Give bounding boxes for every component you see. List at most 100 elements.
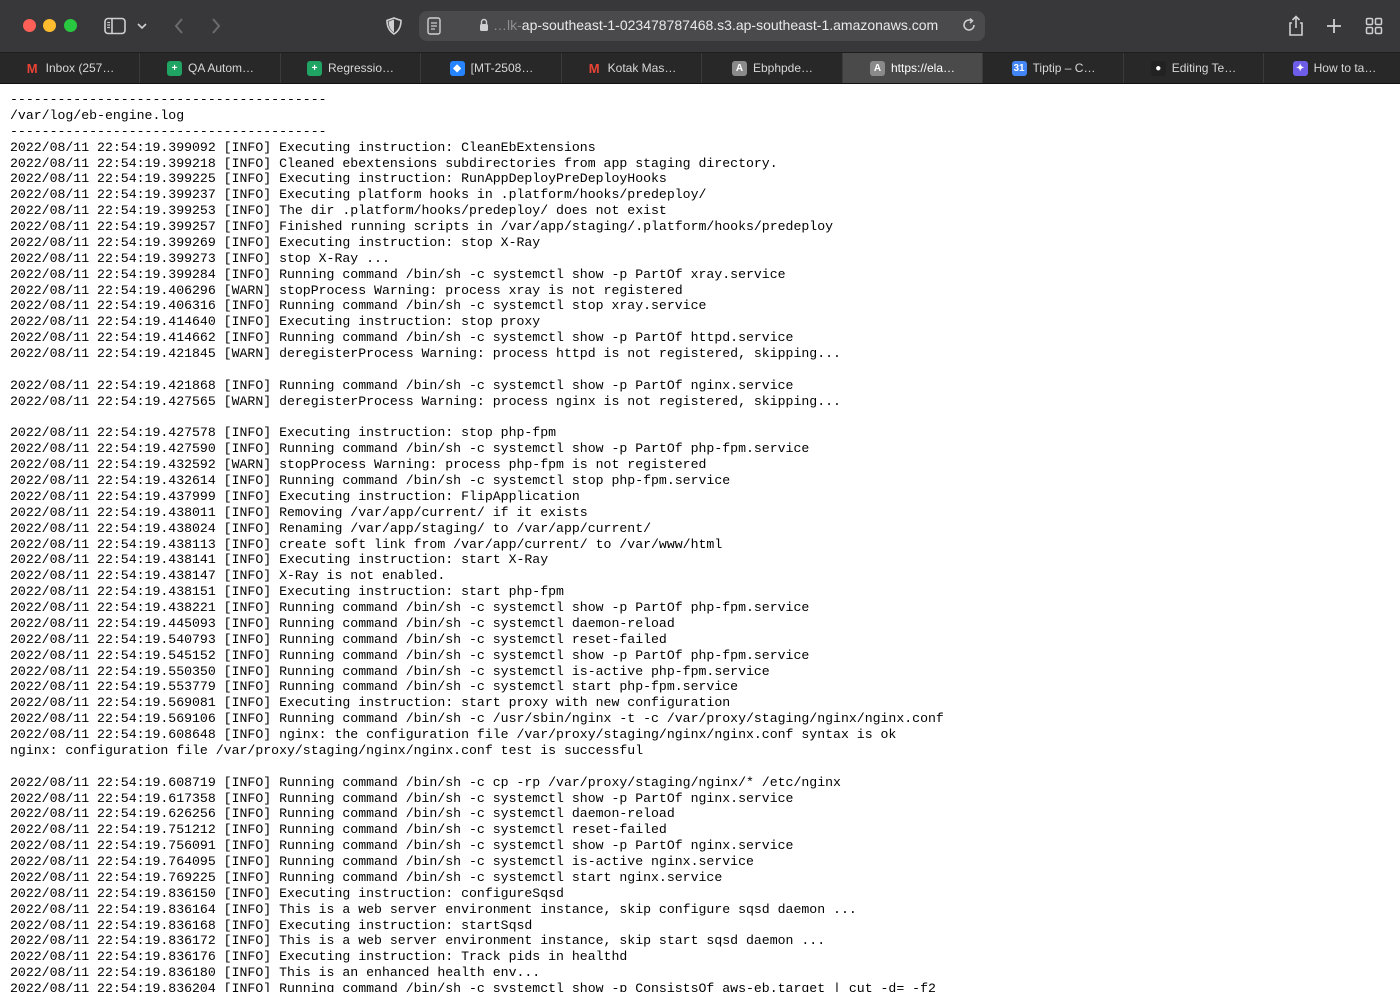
log-line: 2022/08/11 22:54:19.414640 [INFO] Execut… (10, 314, 541, 330)
log-line: 2022/08/11 22:54:19.553779 [INFO] Runnin… (10, 679, 739, 695)
log-line: 2022/08/11 22:54:19.836204 [INFO] Runnin… (10, 981, 936, 992)
letter-a-icon: A (731, 60, 747, 76)
lock-icon (479, 18, 489, 37)
log-output: ----------------------------------------… (10, 92, 944, 992)
log-line: 2022/08/11 22:54:19.608648 [INFO] nginx:… (10, 727, 897, 742)
log-line: 2022/08/11 22:54:19.836150 [INFO] Execut… (10, 885, 564, 901)
log-line: /var/log/eb-engine.log (10, 107, 185, 123)
log-line: nginx: configuration file /var/proxy/sta… (10, 742, 644, 758)
log-line: 2022/08/11 22:54:19.626256 [INFO] Runnin… (10, 806, 675, 822)
log-line: 2022/08/11 22:54:19.836172 [INFO] This i… (10, 933, 826, 949)
page-icon[interactable] (427, 17, 441, 40)
tab-label: Tiptip – C… (1032, 61, 1096, 75)
log-line: 2022/08/11 22:54:19.427565 [WARN] deregi… (10, 393, 841, 409)
log-line: 2022/08/11 22:54:19.414662 [INFO] Runnin… (10, 330, 794, 346)
jira-icon: ◆ (449, 60, 465, 76)
log-line: 2022/08/11 22:54:19.608719 [INFO] Runnin… (10, 774, 841, 790)
log-line: 2022/08/11 22:54:19.399253 [INFO] The di… (10, 203, 667, 219)
log-line: 2022/08/11 22:54:19.437999 [INFO] Execut… (10, 488, 580, 504)
log-line: 2022/08/11 22:54:19.399284 [INFO] Runnin… (10, 266, 786, 282)
zoom-window-button[interactable] (64, 19, 77, 32)
log-line: 2022/08/11 22:54:19.399257 [INFO] Finish… (10, 219, 834, 234)
gmail-icon: M (26, 60, 38, 76)
browser-tab[interactable]: M Kotak Mas… (562, 53, 702, 83)
browser-tab[interactable]: ✦ How to ta… (1265, 53, 1400, 83)
log-line: 2022/08/11 22:54:19.438011 [INFO] Removi… (10, 504, 588, 520)
privacy-shield-icon[interactable] (380, 12, 408, 40)
log-line: 2022/08/11 22:54:19.751212 [INFO] Runnin… (10, 822, 667, 838)
tab-label: Editing Te… (1171, 61, 1237, 75)
browser-tab[interactable]: + QA Autom… (141, 53, 281, 83)
share-icon[interactable] (1282, 12, 1310, 40)
reload-icon[interactable] (961, 17, 977, 38)
log-line: 2022/08/11 22:54:19.399273 [INFO] stop X… (10, 250, 390, 266)
window-titlebar: …lk-ap-southeast-1-023478787468.s3.ap-so… (0, 0, 1400, 53)
tab-bar: M Inbox (257… + QA Autom… + Regressio… ◆ [MT-25… (0, 53, 1400, 84)
browser-tab[interactable]: M Inbox (257… (0, 53, 140, 83)
log-line: 2022/08/11 22:54:19.399218 [INFO] Cleane… (10, 155, 778, 171)
medium-icon: ● (1150, 60, 1166, 76)
tab-label: https://ela… (890, 61, 956, 75)
log-line: 2022/08/11 22:54:19.406296 [WARN] stopPr… (10, 282, 683, 298)
log-line: 2022/08/11 22:54:19.836168 [INFO] Execut… (10, 917, 533, 933)
log-line: 2022/08/11 22:54:19.545152 [INFO] Runnin… (10, 647, 810, 663)
globe-icon: ✦ (1292, 60, 1308, 76)
sidebar-toggle-icon[interactable] (101, 12, 129, 40)
log-line: 2022/08/11 22:54:19.569106 [INFO] Runnin… (10, 711, 944, 727)
browser-tab[interactable]: A Ebphpde… (703, 53, 843, 83)
tab-label: QA Autom… (187, 61, 255, 75)
address-bar[interactable]: …lk-ap-southeast-1-023478787468.s3.ap-so… (419, 11, 985, 41)
log-line: 2022/08/11 22:54:19.438151 [INFO] Execut… (10, 584, 564, 600)
log-line: 2022/08/11 22:54:19.399237 [INFO] Execut… (10, 187, 707, 203)
log-line: 2022/08/11 22:54:19.438221 [INFO] Runnin… (10, 600, 810, 615)
browser-tab[interactable]: ◆ [MT-2508… (422, 53, 562, 83)
tab-label: Ebphpde… (752, 61, 814, 75)
url-host: ap-southeast-1-023478787468.s3.ap-southe… (521, 17, 939, 33)
browser-tab[interactable]: Ahttps://ela… (843, 53, 983, 83)
log-line: 2022/08/11 22:54:19.399225 [INFO] Execut… (10, 171, 667, 187)
log-line: 2022/08/11 22:54:19.399269 [INFO] Execut… (10, 234, 541, 250)
tab-label: [MT-2508… (470, 61, 534, 75)
browser-tab[interactable]: + Regressio… (281, 53, 421, 83)
log-line: 2022/08/11 22:54:19.540793 [INFO] Runnin… (10, 631, 667, 647)
log-line: 2022/08/11 22:54:19.427590 [INFO] Runnin… (10, 441, 810, 457)
log-line: 2022/08/11 22:54:19.836164 [INFO] This i… (10, 901, 857, 917)
sheets-icon: + (306, 60, 322, 76)
chevron-down-icon[interactable] (130, 12, 154, 40)
tab-label: Regressio… (327, 61, 395, 75)
log-line: ---------------------------------------- (10, 92, 327, 107)
log-line: 2022/08/11 22:54:19.445093 [INFO] Runnin… (10, 615, 675, 631)
log-line: ---------------------------------------- (10, 123, 327, 139)
tab-label: Inbox (257… (45, 61, 115, 75)
log-line: 2022/08/11 22:54:19.438024 [INFO] Renami… (10, 520, 652, 536)
browser-tab[interactable]: ● Editing Te… (1124, 53, 1264, 83)
forward-arrow-icon[interactable] (202, 12, 230, 40)
log-line: 2022/08/11 22:54:19.836180 [INFO] This i… (10, 965, 541, 981)
log-line: 2022/08/11 22:54:19.406316 [INFO] Runnin… (10, 298, 707, 314)
sheets-icon: + (166, 60, 182, 76)
log-line: 2022/08/11 22:54:19.399092 [INFO] Execut… (10, 139, 596, 155)
log-line: 2022/08/11 22:54:19.764095 [INFO] Runnin… (10, 854, 754, 869)
log-line: 2022/08/11 22:54:19.836176 [INFO] Execut… (10, 949, 628, 965)
log-line: 2022/08/11 22:54:19.438141 [INFO] Execut… (10, 552, 549, 568)
close-window-button[interactable] (23, 19, 36, 32)
minimize-window-button[interactable] (43, 19, 56, 32)
url-prefix: …lk- (493, 17, 522, 33)
url-text[interactable]: …lk-ap-southeast-1-023478787468.s3.ap-so… (493, 17, 953, 33)
log-line: 2022/08/11 22:54:19.432614 [INFO] Runnin… (10, 473, 731, 488)
page-content: ----------------------------------------… (0, 84, 1400, 992)
tab-label: Kotak Mas… (607, 61, 677, 75)
log-line: 2022/08/11 22:54:19.769225 [INFO] Runnin… (10, 869, 723, 885)
tab-label: How to ta… (1313, 61, 1377, 75)
log-line: 2022/08/11 22:54:19.432592 [WARN] stopPr… (10, 457, 707, 473)
tab-overview-icon[interactable] (1360, 12, 1388, 40)
log-line: 2022/08/11 22:54:19.756091 [INFO] Runnin… (10, 838, 794, 854)
new-tab-plus-icon[interactable] (1320, 12, 1348, 40)
browser-tab[interactable]: 31 Tiptip – C… (984, 53, 1124, 83)
log-line: 2022/08/11 22:54:19.617358 [INFO] Runnin… (10, 790, 794, 806)
back-arrow-icon[interactable] (165, 12, 193, 40)
letter-a-icon: A (869, 60, 885, 76)
